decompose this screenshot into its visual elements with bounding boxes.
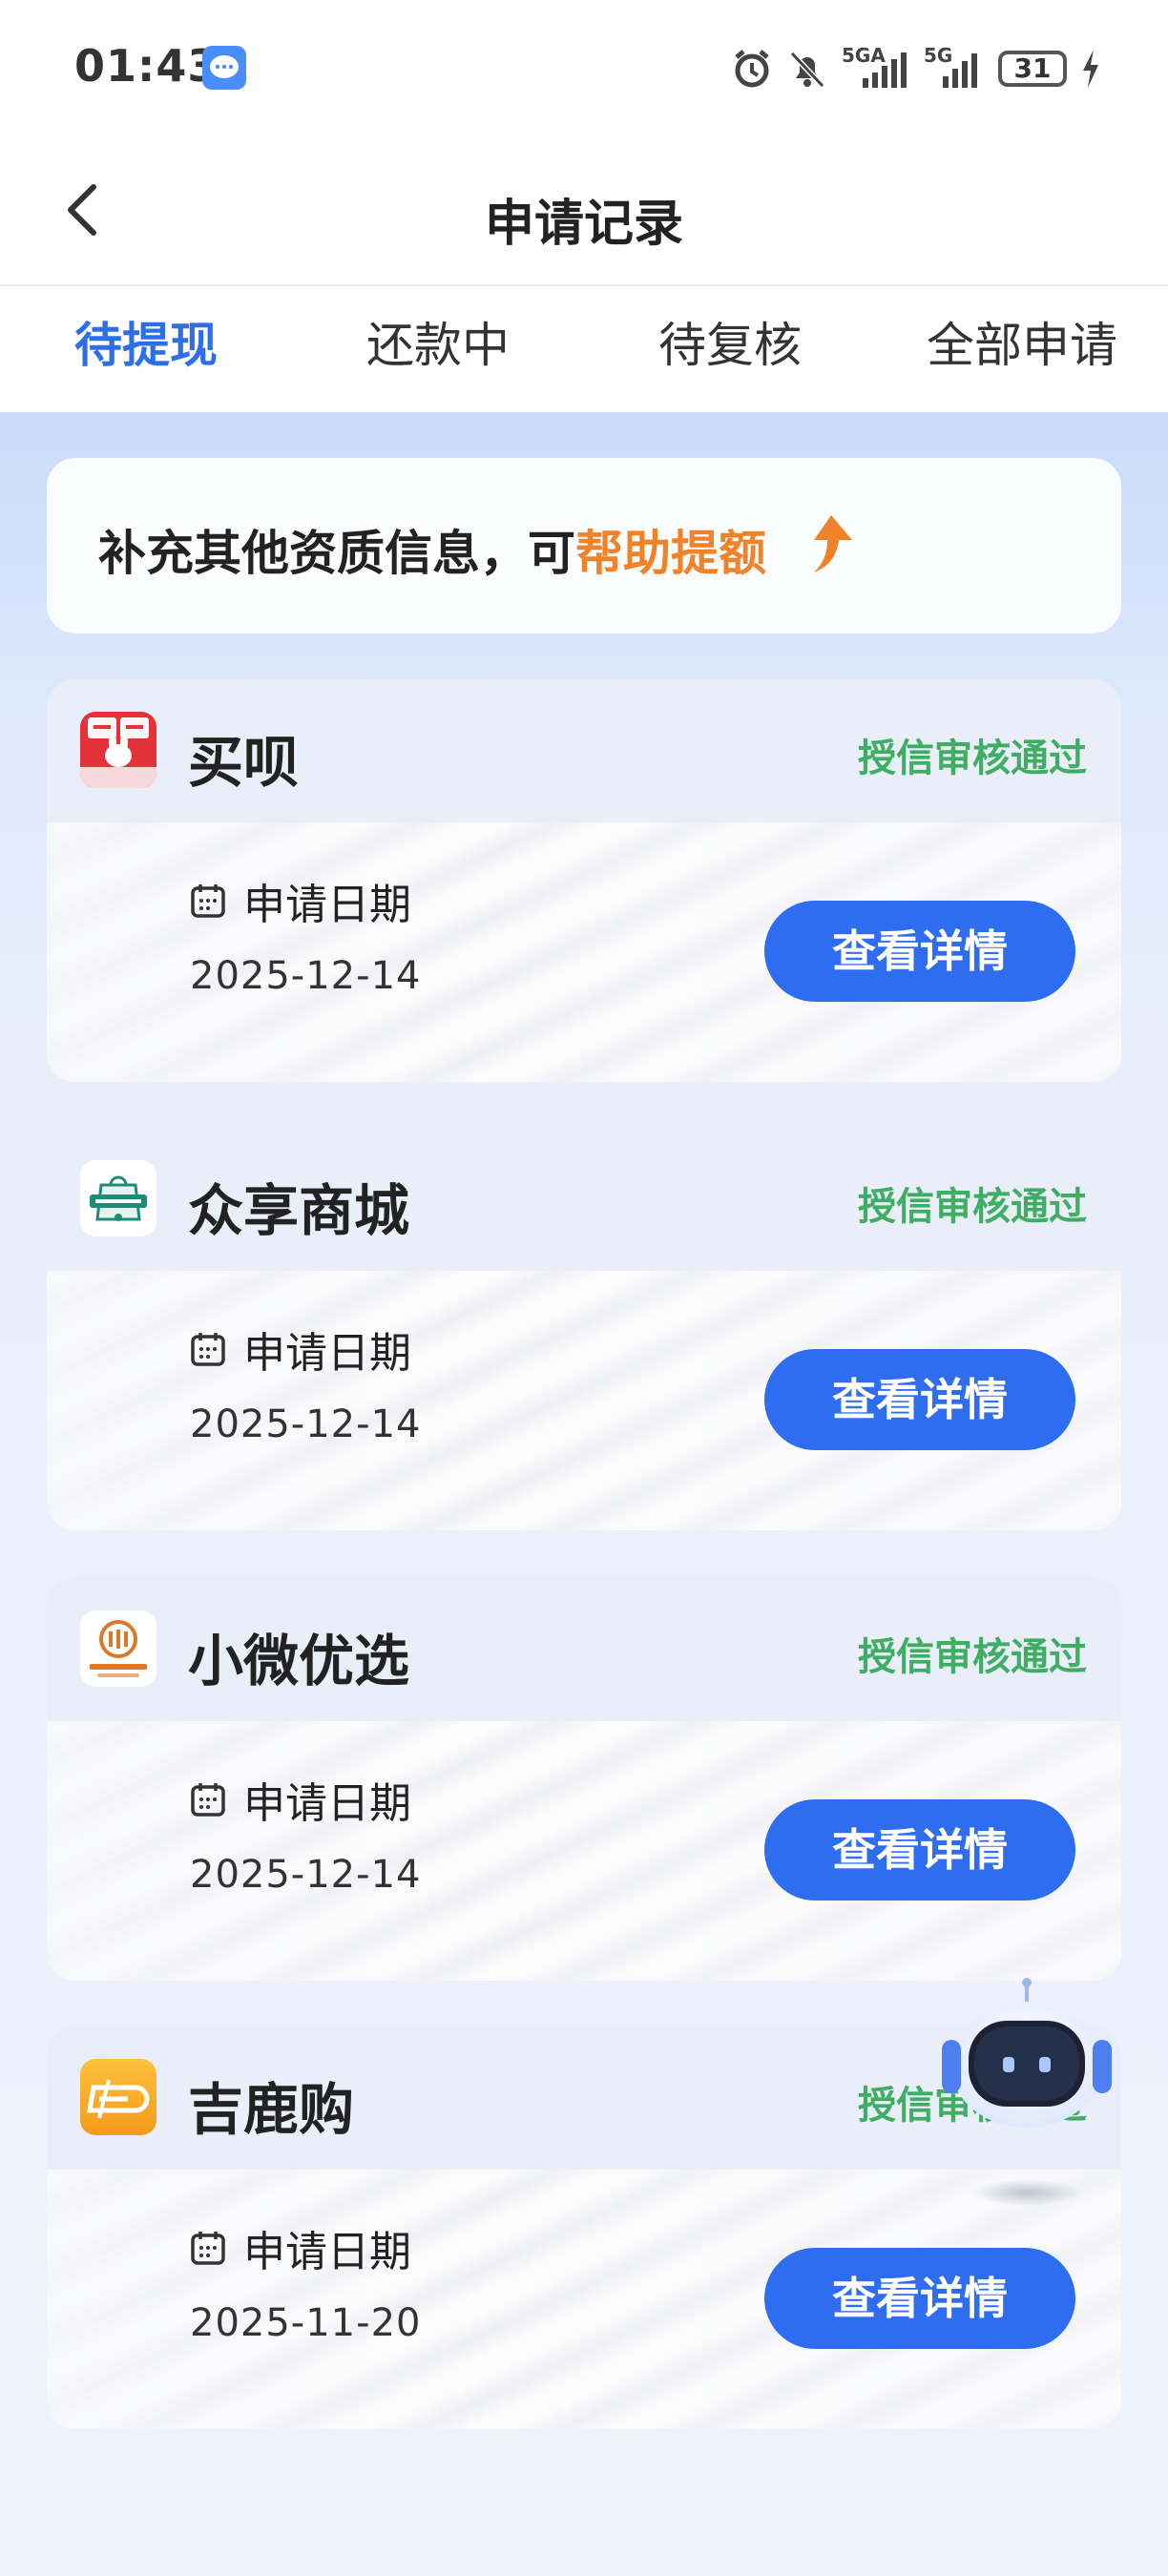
promo-highlight: 帮助提额 <box>575 526 766 581</box>
status-icons: 5GA 5G 31 <box>731 42 1101 95</box>
calendar-icon <box>191 884 225 918</box>
date-value: 2025-12-14 <box>190 1402 422 1446</box>
battery-indicator: 31 <box>998 51 1067 87</box>
nav-bar: 申请记录 <box>0 134 1168 286</box>
signal-5g: 5G <box>924 44 985 90</box>
page-title: 申请记录 <box>484 196 683 253</box>
card-header: 买呗 授信审核通过 <box>47 679 1121 822</box>
status-badge: 授信审核通过 <box>858 1635 1087 1679</box>
view-details-button[interactable]: 查看详情 <box>764 901 1075 1002</box>
status-time: 01:43 <box>74 40 219 92</box>
tab-pending-withdrawal[interactable]: 待提现 <box>0 286 292 412</box>
promo-text-main: 补充其他资质信息，可 <box>98 526 575 581</box>
card-body: 申请日期 2025-12-14 查看详情 <box>47 822 1121 1082</box>
date-value: 2025-12-14 <box>190 954 422 998</box>
calendar-icon <box>191 1783 225 1817</box>
charging-icon <box>1083 50 1098 88</box>
tab-pending-review[interactable]: 待复核 <box>584 286 876 412</box>
card-header: 众享商城 授信审核通过 <box>47 1128 1121 1271</box>
robot-assistant-button[interactable] <box>940 1977 1114 2215</box>
zhongxiang-logo <box>80 1160 156 1236</box>
status-badge: 授信审核通过 <box>858 737 1087 780</box>
date-label-row: 申请日期 <box>190 1319 411 1380</box>
calendar-icon <box>191 2232 225 2265</box>
record-card: 买呗 授信审核通过 申请日期 2025-12-14 查看详情 <box>47 679 1121 1082</box>
date-label: 申请日期 <box>243 1779 411 1828</box>
app-name: 吉鹿购 <box>188 2077 355 2142</box>
promo-text: 补充其他资质信息，可帮助提额 <box>98 515 766 584</box>
view-details-button[interactable]: 查看详情 <box>764 2248 1075 2349</box>
date-label: 申请日期 <box>243 881 411 929</box>
signal-5ga: 5GA <box>842 44 910 90</box>
content-area: 补充其他资质信息，可帮助提额 买呗 授信审核通过 申请日期 2025-12-14… <box>0 412 1168 2576</box>
alarm-icon <box>735 50 769 88</box>
view-details-button[interactable]: 查看详情 <box>764 1349 1075 1450</box>
app-name: 小微优选 <box>188 1629 410 1693</box>
date-label: 申请日期 <box>243 2228 411 2276</box>
date-label-row: 申请日期 <box>190 2217 411 2278</box>
promo-banner[interactable]: 补充其他资质信息，可帮助提额 <box>47 458 1121 634</box>
view-details-button[interactable]: 查看详情 <box>764 1799 1075 1901</box>
date-label-row: 申请日期 <box>190 1769 411 1830</box>
message-notification-icon <box>202 46 246 90</box>
robot-icon <box>942 1978 1112 2206</box>
mute-bell-icon <box>789 51 825 89</box>
status-badge: 授信审核通过 <box>858 1185 1087 1229</box>
card-body: 申请日期 2025-12-14 查看详情 <box>47 1271 1121 1530</box>
jilugou-logo <box>80 2059 156 2135</box>
xiaowei-logo <box>80 1610 156 1687</box>
maibei-logo <box>80 712 156 788</box>
arrow-up-icon <box>814 515 852 572</box>
date-value: 2025-11-20 <box>190 2301 422 2345</box>
card-header: 小微优选 授信审核通过 <box>47 1578 1121 1721</box>
record-card: 小微优选 授信审核通过 申请日期 2025-12-14 查看详情 <box>47 1578 1121 1981</box>
date-label: 申请日期 <box>243 1329 411 1378</box>
date-value: 2025-12-14 <box>190 1853 422 1897</box>
app-name: 买呗 <box>188 730 300 795</box>
date-label-row: 申请日期 <box>190 870 411 931</box>
app-name: 众享商城 <box>188 1178 410 1243</box>
tab-all-applications[interactable]: 全部申请 <box>876 286 1168 412</box>
calendar-icon <box>191 1333 225 1366</box>
status-bar: 01:43 5GA 5G 31 <box>0 0 1168 134</box>
signal-bars-icon <box>943 53 977 88</box>
tab-repaying[interactable]: 还款中 <box>292 286 584 412</box>
card-body: 申请日期 2025-12-14 查看详情 <box>47 1721 1121 1981</box>
signal-bars-icon <box>863 52 907 88</box>
tab-bar: 待提现 还款中 待复核 全部申请 <box>0 286 1168 412</box>
record-card: 众享商城 授信审核通过 申请日期 2025-12-14 查看详情 <box>47 1128 1121 1530</box>
